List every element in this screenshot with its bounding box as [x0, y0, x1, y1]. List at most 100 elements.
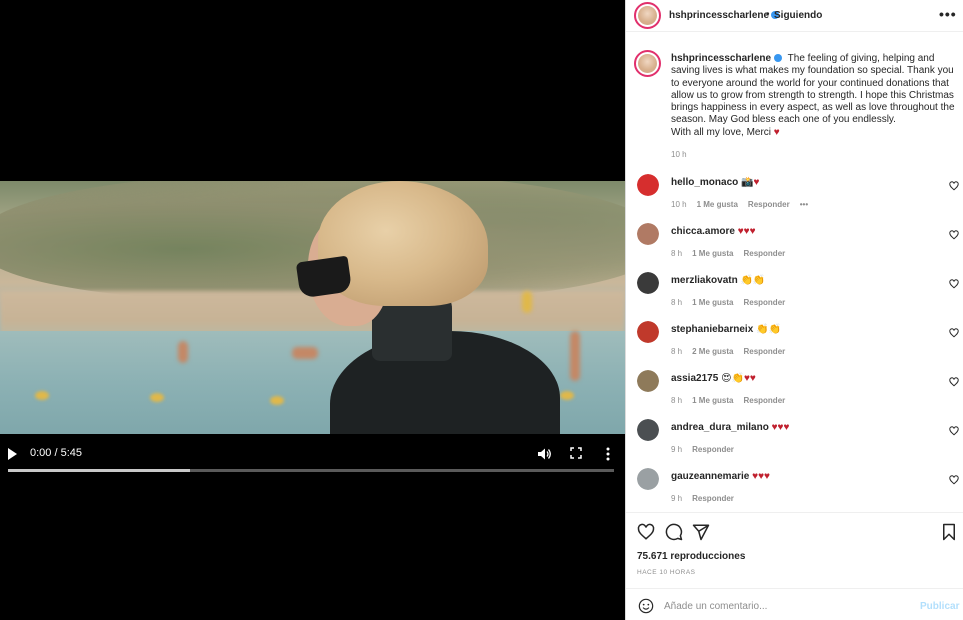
post-header: hshprincesscharlene • Siguiendo ••• [626, 0, 963, 32]
comment-input[interactable] [664, 597, 904, 615]
video-scene-buoy [270, 396, 284, 405]
comment-item: stephaniebarneix 👏👏 8 h 2 Me gusta Responde… [626, 321, 963, 365]
comment-timestamp: 8 h [671, 298, 683, 307]
reply-button[interactable]: Responder [748, 200, 790, 209]
comment-timestamp: 8 h [671, 396, 683, 405]
comment-timestamp: 9 h [671, 494, 683, 503]
volume-icon[interactable] [537, 447, 551, 461]
emoji-icon[interactable] [638, 598, 654, 614]
comment-timestamp: 9 h [671, 445, 683, 454]
comment-like-heart-icon[interactable] [949, 377, 959, 387]
comment-body: ♥♥♥ [771, 422, 790, 433]
comment-username[interactable]: gauzeannemarie [671, 471, 749, 482]
video-frame[interactable] [0, 181, 625, 434]
comment-item: hello_monaco 📸♥ 10 h 1 Me gusta Responder ••… [626, 174, 963, 218]
add-comment-bar: Publicar [626, 588, 963, 620]
post-author-username[interactable]: hshprincesscharlene [669, 10, 780, 21]
reply-button[interactable]: Responder [692, 445, 734, 454]
comment-username[interactable]: stephaniebarneix [671, 324, 753, 335]
comment-body: ♥♥♥ [752, 471, 770, 482]
comment-like-heart-icon[interactable] [949, 475, 959, 485]
fullscreen-icon[interactable] [570, 447, 582, 459]
share-icon[interactable] [692, 523, 710, 541]
comment-likes[interactable]: 1 Me gusta [692, 249, 733, 258]
avatar[interactable] [637, 321, 659, 343]
video-scene-buoy [150, 393, 164, 402]
view-count[interactable]: 75.671 reproducciones [637, 551, 745, 562]
more-options-icon[interactable]: ••• [939, 6, 957, 22]
comment-like-heart-icon[interactable] [949, 328, 959, 338]
post-date[interactable]: HACE 10 HORAS [637, 569, 696, 576]
verified-badge-icon [774, 54, 783, 63]
video-scene-buoy [35, 391, 49, 400]
reply-button[interactable]: Responder [743, 298, 785, 307]
avatar[interactable] [637, 272, 659, 294]
video-scene-buoy [560, 391, 574, 400]
comment-username[interactable]: assia2175 [671, 373, 718, 384]
more-vertical-icon[interactable] [602, 446, 614, 462]
avatar[interactable] [634, 2, 661, 29]
avatar[interactable] [634, 50, 661, 77]
separator-dot: • [766, 9, 770, 20]
avatar[interactable] [637, 370, 659, 392]
comment-likes[interactable]: 1 Me gusta [692, 298, 733, 307]
caption-username[interactable]: hshprincesscharlene [671, 53, 771, 64]
bookmark-icon[interactable] [940, 523, 958, 541]
comment-item: chicca.amore ♥♥♥ 8 h 1 Me gusta Responder [626, 223, 963, 267]
comment-username[interactable]: chicca.amore [671, 226, 735, 237]
comment-likes[interactable]: 2 Me gusta [692, 347, 733, 356]
video-progress-bar[interactable] [8, 469, 614, 472]
comment-like-heart-icon[interactable] [949, 426, 959, 436]
comment-text: chicca.amore ♥♥♥ [671, 226, 756, 237]
comment-more-icon[interactable]: ••• [800, 200, 808, 209]
reply-button[interactable]: Responder [743, 396, 785, 405]
comment-text: assia2175 😍👏♥♥ [671, 373, 756, 384]
avatar[interactable] [637, 174, 659, 196]
video-player[interactable]: 0:00 / 5:45 [0, 0, 625, 620]
comment-text: hello_monaco 📸♥ [671, 177, 759, 188]
comment-item: andrea_dura_milano ♥♥♥ 9 h Responder [626, 419, 963, 463]
caption-signature: With all my love, Merci ♥ [671, 126, 780, 138]
video-scene-swimmer [292, 347, 318, 359]
comment-body: 👏👏 [756, 324, 781, 335]
comment-meta: 8 h 1 Me gusta Responder [671, 298, 795, 307]
avatar[interactable] [637, 223, 659, 245]
heart-icon[interactable] [637, 523, 655, 541]
comment-item: gauzeannemarie ♥♥♥ 9 h Responder [626, 468, 963, 512]
comment-username[interactable]: andrea_dura_milano [671, 422, 769, 433]
comment-body: 😍👏♥♥ [721, 373, 756, 384]
comment-text: gauzeannemarie ♥♥♥ [671, 471, 770, 482]
comment-meta: 8 h 2 Me gusta Responder [671, 347, 795, 356]
reply-button[interactable]: Responder [692, 494, 734, 503]
video-scene-swimmer [570, 331, 580, 381]
comment-like-heart-icon[interactable] [949, 230, 959, 240]
comment-likes[interactable]: 1 Me gusta [692, 396, 733, 405]
video-scene-umbrella [522, 291, 532, 313]
reply-button[interactable]: Responder [743, 347, 785, 356]
comment-username[interactable]: merzliakovatn [671, 275, 738, 286]
comment-like-heart-icon[interactable] [949, 181, 959, 191]
comment-likes[interactable]: 1 Me gusta [697, 200, 738, 209]
post-panel: hshprincesscharlene • Siguiendo ••• hshp… [625, 0, 963, 620]
comment-item: assia2175 😍👏♥♥ 8 h 1 Me gusta Responder [626, 370, 963, 414]
video-progress-fill [8, 469, 190, 472]
video-scene-swimmer [178, 341, 188, 363]
comment-timestamp: 10 h [671, 200, 687, 209]
following-button[interactable]: Siguiendo [774, 10, 822, 21]
comment-meta: 9 h Responder [671, 445, 744, 454]
comment-icon[interactable] [665, 523, 683, 541]
publish-button[interactable]: Publicar [920, 601, 959, 612]
play-icon[interactable] [8, 448, 17, 460]
avatar[interactable] [637, 468, 659, 490]
comment-username[interactable]: hello_monaco [671, 177, 738, 188]
comment-body: 👏👏 [740, 275, 766, 286]
avatar[interactable] [637, 419, 659, 441]
comment-item: merzliakovatn 👏👏 8 h 1 Me gusta Responder [626, 272, 963, 316]
comment-timestamp: 8 h [671, 249, 683, 258]
comment-like-heart-icon[interactable] [949, 279, 959, 289]
video-time: 0:00 / 5:45 [30, 447, 82, 459]
comment-text: stephaniebarneix 👏👏 [671, 324, 781, 335]
comment-body: ♥♥♥ [737, 226, 756, 237]
caption-timestamp: 10 h [671, 150, 687, 159]
reply-button[interactable]: Responder [743, 249, 785, 258]
